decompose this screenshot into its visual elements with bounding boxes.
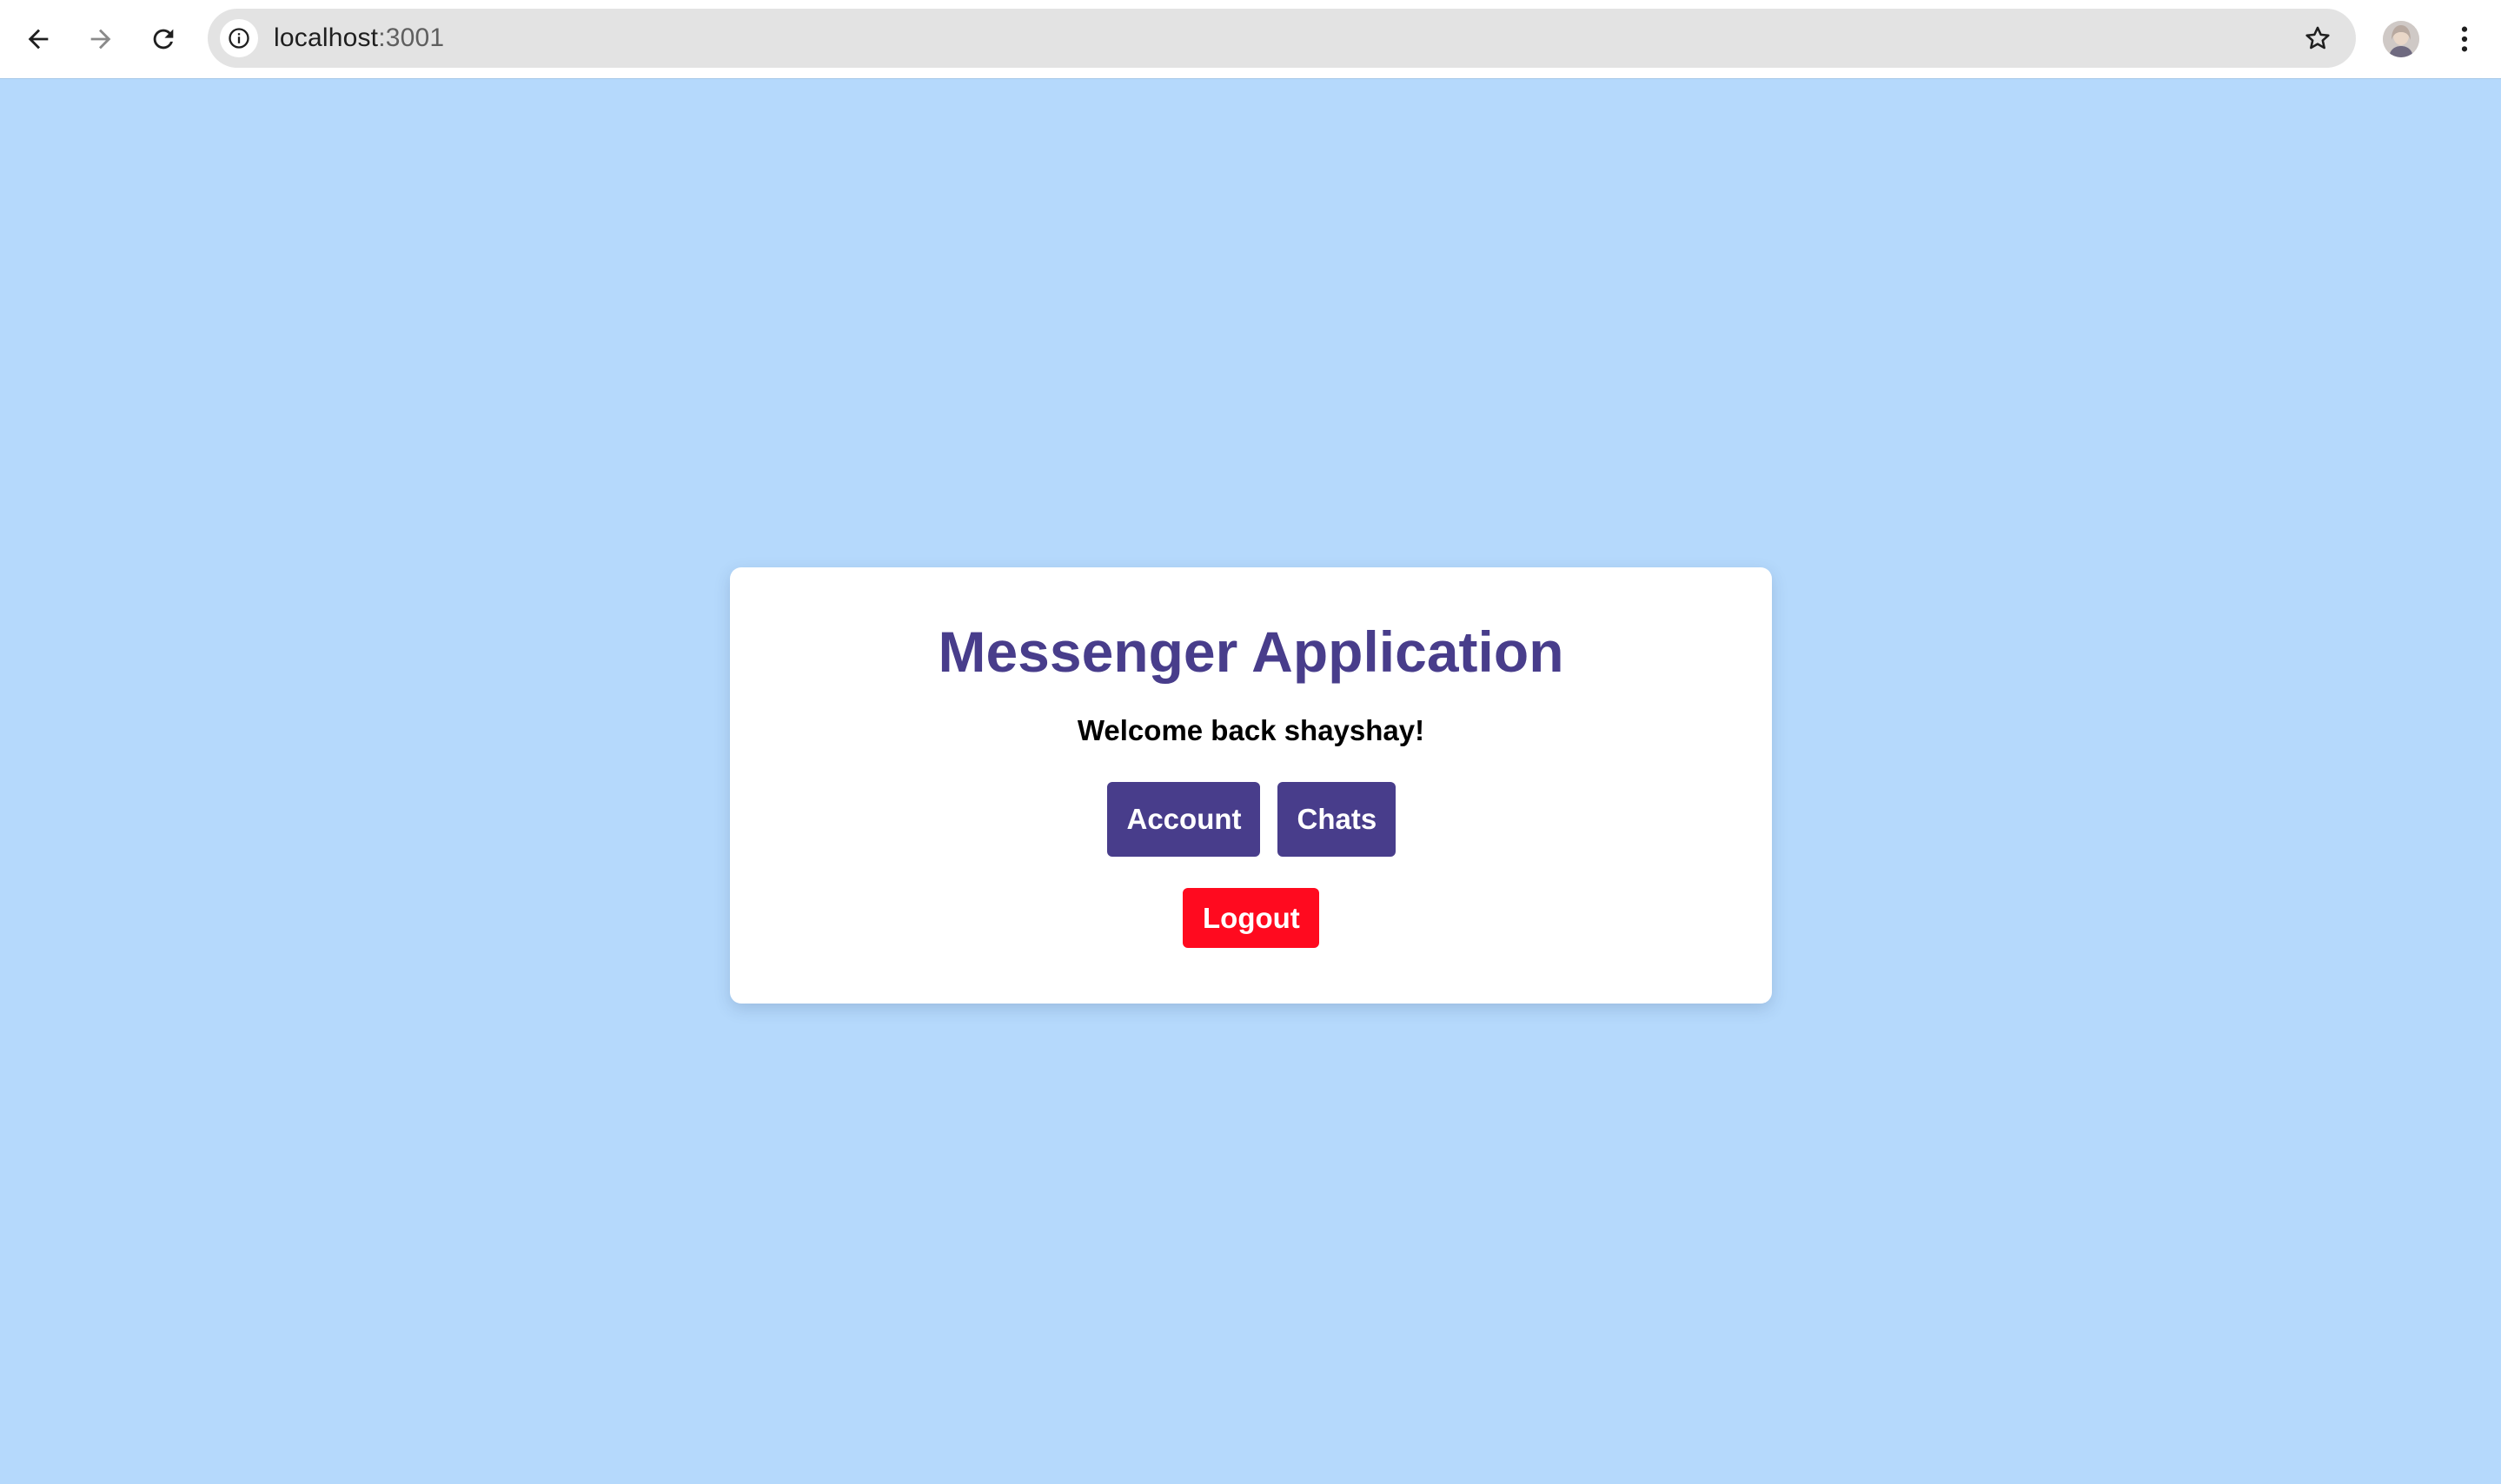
url-port: :3001 bbox=[378, 23, 445, 52]
kebab-menu-icon bbox=[2461, 26, 2468, 52]
forward-arrow-icon bbox=[90, 29, 111, 50]
star-icon bbox=[2305, 26, 2330, 50]
page-title: Messenger Application bbox=[938, 619, 1564, 684]
logout-row: Logout bbox=[730, 888, 1772, 948]
avatar-icon bbox=[2383, 21, 2419, 57]
profile-avatar[interactable] bbox=[2383, 21, 2419, 57]
url-text[interactable]: localhost:3001 bbox=[274, 9, 444, 68]
url-host: localhost bbox=[274, 23, 379, 52]
chats-button[interactable]: Chats bbox=[1277, 782, 1396, 857]
nav-button-row: Account Chats bbox=[730, 782, 1772, 857]
bookmark-button[interactable] bbox=[2299, 19, 2337, 57]
browser-menu-button[interactable] bbox=[2444, 17, 2485, 61]
welcome-message: Welcome back shayshay! bbox=[1077, 714, 1425, 746]
account-button[interactable]: Account bbox=[1106, 782, 1260, 857]
browser-toolbar: localhost:3001 bbox=[0, 0, 2501, 78]
reload-icon bbox=[153, 29, 174, 50]
back-button[interactable] bbox=[14, 15, 63, 63]
info-icon bbox=[229, 28, 249, 49]
forward-button[interactable] bbox=[76, 15, 125, 63]
reload-button[interactable] bbox=[139, 15, 188, 63]
address-bar[interactable]: localhost:3001 bbox=[208, 9, 2356, 68]
site-info-button[interactable] bbox=[220, 19, 258, 57]
back-arrow-icon bbox=[28, 29, 49, 50]
logout-button[interactable]: Logout bbox=[1183, 888, 1319, 948]
welcome-card: Messenger Application Welcome back shays… bbox=[730, 567, 1772, 1004]
